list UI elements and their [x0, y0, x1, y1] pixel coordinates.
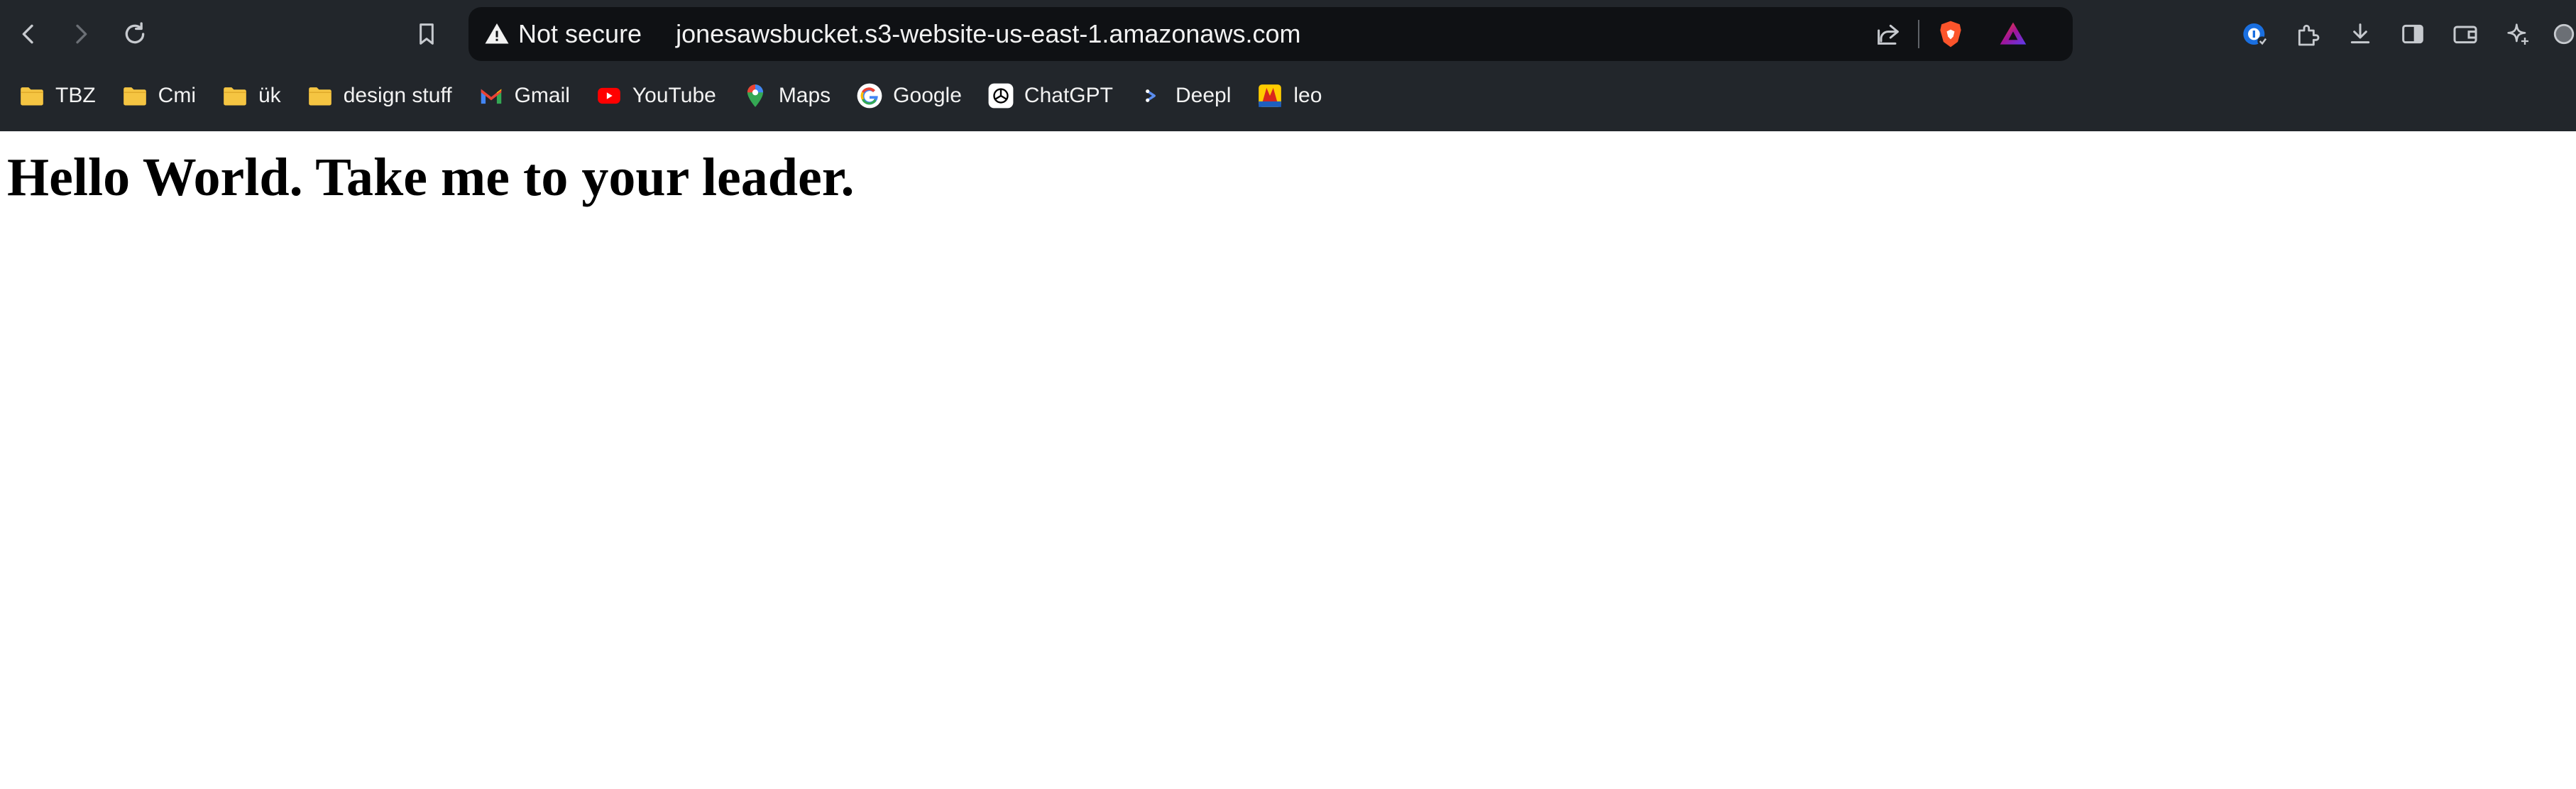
warning-icon[interactable] — [483, 20, 511, 48]
profile-avatar[interactable] — [2552, 14, 2576, 54]
bookmark-label: Cmi — [158, 84, 196, 107]
bookmark-label: Gmail — [514, 84, 570, 107]
leo-ai-icon[interactable] — [2498, 14, 2538, 54]
wallet-icon[interactable] — [2445, 14, 2485, 54]
password-manager-icon[interactable] — [2235, 14, 2275, 54]
toolbar-actions — [2223, 14, 2576, 54]
reload-icon — [125, 22, 145, 44]
bookmark-deepl[interactable]: Deepl — [1130, 75, 1239, 117]
bookmark-folder-cmi[interactable]: Cmi — [113, 75, 204, 117]
bookmark-label: Deepl — [1175, 84, 1232, 107]
omnibox-actions — [1871, 17, 2030, 51]
youtube-icon — [596, 82, 623, 109]
bookmark-label: TBZ — [55, 84, 96, 107]
page-content: Hello World. Take me to your leader. — [0, 131, 2576, 224]
back-arrow-icon — [22, 24, 33, 44]
bookmark-label: ük — [258, 84, 281, 107]
folder-icon — [18, 82, 45, 109]
bookmark-maps[interactable]: Maps — [733, 75, 839, 117]
bookmark-icon — [420, 23, 434, 45]
browser-toolbar: Not secure jonesawsbucket.s3-website-us-… — [0, 0, 2576, 67]
address-bar[interactable]: Not secure jonesawsbucket.s3-website-us-… — [468, 7, 2073, 61]
folder-icon — [221, 82, 248, 109]
bookmark-label: Google — [893, 84, 962, 107]
bookmark-youtube[interactable]: YouTube — [587, 75, 725, 117]
reload-button[interactable] — [115, 14, 155, 54]
sidebar-icon[interactable] — [2393, 14, 2433, 54]
extensions-icon[interactable] — [2288, 14, 2328, 54]
deepl-icon — [1139, 82, 1166, 109]
folder-icon — [307, 82, 334, 109]
bookmarks-bar: TBZ Cmi ük design stuff Gmail YouTube Ma… — [0, 71, 1339, 121]
forward-arrow-icon — [76, 24, 87, 44]
google-icon — [856, 82, 883, 109]
omnibox-divider — [1918, 20, 1919, 48]
bookmark-folder-design-stuff[interactable]: design stuff — [298, 75, 461, 117]
leo-icon — [1256, 82, 1283, 109]
bookmark-google[interactable]: Google — [848, 75, 970, 117]
bookmark-leo[interactable]: leo — [1248, 75, 1330, 117]
brave-shields-icon[interactable] — [1934, 17, 1968, 51]
bookmark-folder-tbz[interactable]: TBZ — [10, 75, 104, 117]
bookmark-label: design stuff — [343, 84, 452, 107]
bookmark-chatgpt[interactable]: ChatGPT — [979, 75, 1122, 117]
chatgpt-icon — [987, 82, 1014, 109]
security-status[interactable]: Not secure — [518, 19, 642, 49]
gmail-icon — [478, 82, 505, 109]
brave-rewards-icon[interactable] — [1996, 17, 2030, 51]
share-icon[interactable] — [1871, 17, 1905, 51]
url-text[interactable]: jonesawsbucket.s3-website-us-east-1.amaz… — [676, 19, 1300, 49]
bookmark-gmail[interactable]: Gmail — [469, 75, 579, 117]
bookmark-label: YouTube — [632, 84, 716, 107]
bookmark-label: leo — [1293, 84, 1322, 107]
bookmark-page-button[interactable] — [407, 14, 446, 54]
page-heading: Hello World. Take me to your leader. — [7, 148, 855, 207]
bookmark-label: Maps — [778, 84, 831, 107]
bookmark-folder-uk[interactable]: ük — [213, 75, 290, 117]
folder-icon — [121, 82, 148, 109]
download-icon[interactable] — [2340, 14, 2380, 54]
back-button[interactable] — [9, 14, 48, 54]
browser-chrome: Not secure jonesawsbucket.s3-website-us-… — [0, 0, 2576, 131]
maps-pin-icon — [742, 82, 769, 109]
bookmark-label: ChatGPT — [1024, 84, 1113, 107]
forward-button[interactable] — [61, 14, 101, 54]
